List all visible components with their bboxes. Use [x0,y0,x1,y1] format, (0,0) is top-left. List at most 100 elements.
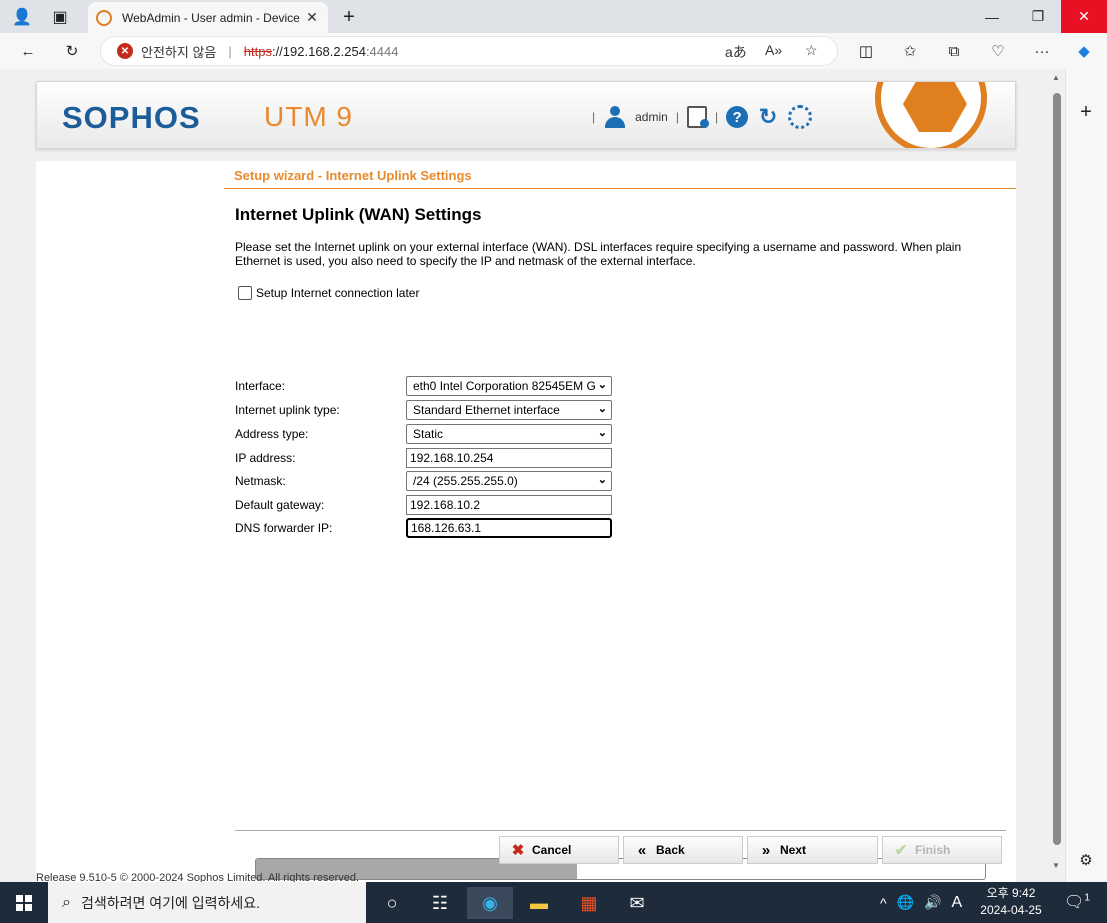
setup-later-row: Setup Internet connection later [238,286,419,300]
show-hidden-icons-icon[interactable]: ^ [880,895,887,911]
sophos-header: SOPHOS UTM 9 | admin | | ? ↻ [36,81,1016,149]
split-screen-icon[interactable]: ◫ [854,40,878,62]
interface-row: Interface: eth0 Intel Corporation 82545E… [235,375,615,397]
netmask-label: Netmask: [235,474,286,488]
notification-count: 1 [1084,892,1090,904]
translate-icon[interactable]: aあ [725,42,747,62]
cancel-x-icon: ✖ [511,842,525,859]
notification-icon[interactable]: 🗨1 [1064,892,1090,912]
tab-actions-icon[interactable]: ▣ [49,6,71,28]
uplink-type-select[interactable]: Standard Ethernet interface ⌄ [406,400,612,420]
edge-icon[interactable]: ◉ [467,887,513,919]
url-field[interactable]: ✕ 안전하지 않음 | https ://192.168.2.254 :4444… [100,36,838,66]
scroll-down-icon[interactable]: ▼ [1052,861,1060,870]
page-scrollbar[interactable]: ▲ ▼ [1049,69,1065,882]
help-icon[interactable]: ? [726,106,749,128]
taskbar-search[interactable]: ⌕ 검색하려면 여기에 입력하세요. [48,882,366,923]
finish-button[interactable]: ✔ Finish [882,836,1002,864]
favorite-star-icon[interactable]: ☆ [805,42,818,59]
url-protocol: https [243,43,272,59]
sidebar-add-icon[interactable]: + [1074,101,1098,123]
url-port: :4444 [365,43,399,59]
task-view-icon[interactable]: ○ [369,887,415,919]
url-host: ://192.168.2.254 [271,43,366,59]
read-aloud-icon[interactable]: A» [765,42,782,58]
scroll-thumb[interactable] [1053,93,1061,845]
sophos-brand-emblem [875,82,987,148]
username[interactable]: admin [635,110,668,124]
chevron-down-icon: ⌄ [597,403,607,415]
checkmark-icon: ✔ [894,842,908,859]
mail-icon[interactable]: ✉ [614,887,660,919]
back-label: Back [656,843,685,857]
browser-essentials-icon[interactable]: ♡ [986,40,1010,62]
reload-icon[interactable]: ↻ [756,104,780,129]
ip-address-input[interactable]: 192.168.10.254 [406,448,612,468]
chevron-down-icon: ⌄ [597,379,607,391]
address-type-row: Address type: Static ⌄ [235,423,615,445]
header-tools: | admin | | ? ↻ [592,104,813,130]
file-explorer-icon[interactable]: ▬ [516,887,562,919]
header-divider: | [714,110,719,124]
page-title: Internet Uplink (WAN) Settings [235,205,482,224]
uplink-type-label: Internet uplink type: [235,403,340,417]
intro-text: Please set the Internet uplink on your e… [235,240,962,268]
window-close-icon[interactable]: ✕ [1061,0,1107,33]
store-icon[interactable]: ▦ [566,887,612,919]
scroll-up-icon[interactable]: ▲ [1052,73,1060,82]
setup-later-label[interactable]: Setup Internet connection later [256,286,419,300]
system-tray: ^ 🌐 🔊 A [880,882,962,923]
chevron-down-icon: ⌄ [597,474,607,486]
windows-logo-icon [16,894,32,911]
new-tab-icon[interactable]: + [338,6,360,28]
next-button[interactable]: » Next [747,836,878,864]
interface-select[interactable]: eth0 Intel Corporation 82545EM G ⌄ [406,376,612,396]
restore-icon[interactable]: ❐ [1015,0,1061,33]
taskbar-clock[interactable]: 오후 9:42 2024-04-25 [975,885,1047,919]
back-button[interactable]: « Back [623,836,743,864]
netmask-value: /24 (255.255.255.0) [413,474,518,488]
network-globe-icon[interactable]: 🌐 [897,894,914,911]
minimize-icon[interactable]: — [969,0,1015,33]
collections-icon[interactable]: ⧉ [942,40,966,62]
footer-divider [235,830,1006,831]
back-arrow-icon[interactable]: ← [16,40,40,62]
widgets-icon[interactable]: ☷ [417,887,463,919]
not-secure-icon[interactable]: ✕ [117,43,133,59]
clipboard-icon[interactable] [686,106,709,128]
ime-indicator[interactable]: A [951,894,962,912]
edge-sidebar: + ⚙ [1065,69,1107,882]
uplink-type-value: Standard Ethernet interface [413,403,560,417]
copilot-icon[interactable]: ◆ [1072,40,1096,62]
close-tab-icon[interactable]: ✕ [304,9,320,26]
product-name: UTM 9 [264,101,353,132]
favorites-icon[interactable]: ✩ [898,40,922,62]
tab-webadmin[interactable]: WebAdmin - User admin - Device ✕ [88,2,328,33]
profile-icon[interactable]: 👤 [11,6,33,28]
start-button[interactable] [0,882,48,923]
sidebar-settings-icon[interactable]: ⚙ [1074,849,1098,871]
interface-label: Interface: [235,379,286,393]
dns-forwarder-input[interactable]: 168.126.63.1 [406,518,612,538]
more-menu-icon[interactable]: ··· [1030,40,1054,62]
wizard-breadcrumb: Setup wizard - Internet Uplink Settings [234,168,472,183]
user-icon[interactable] [603,105,627,129]
netmask-select[interactable]: /24 (255.255.255.0) ⌄ [406,471,612,491]
finish-label: Finish [915,843,951,857]
address-type-select[interactable]: Static ⌄ [406,424,612,444]
breadcrumb-divider [224,188,1016,189]
gateway-label: Default gateway: [235,498,325,512]
refresh-icon[interactable]: ↻ [60,40,84,62]
volume-icon[interactable]: 🔊 [924,894,941,911]
wizard-content: Setup wizard - Internet Uplink Settings … [224,161,1016,882]
header-divider: | [592,110,596,124]
setup-later-checkbox[interactable] [238,286,252,300]
cancel-button[interactable]: ✖ Cancel [499,836,619,864]
hexagon-icon [903,82,967,132]
clock-date: 2024-04-25 [980,903,1042,917]
gateway-input[interactable]: 192.168.10.2 [406,495,612,515]
ip-row: IP address: 192.168.10.254 [235,447,615,469]
status-spinner-icon[interactable] [788,105,813,129]
netmask-row: Netmask: /24 (255.255.255.0) ⌄ [235,470,615,492]
security-label[interactable]: 안전하지 않음 [141,42,216,61]
